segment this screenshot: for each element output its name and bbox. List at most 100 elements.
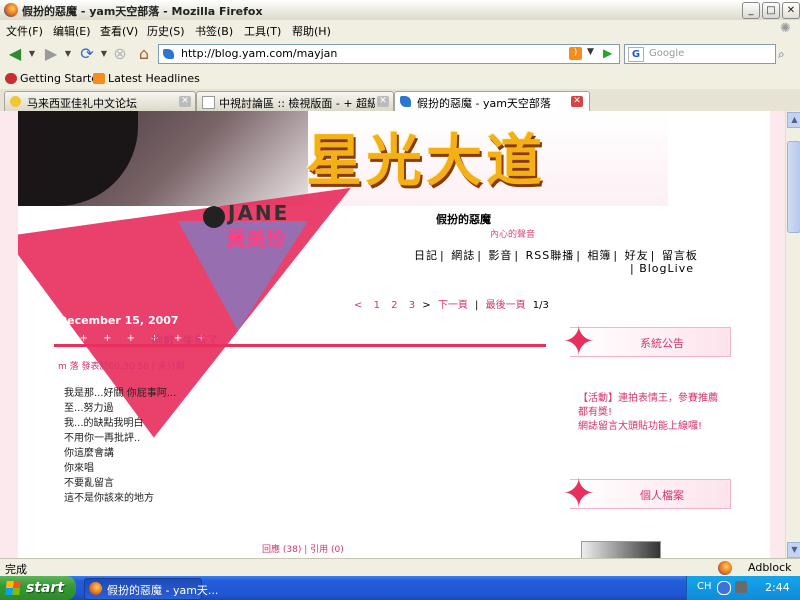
nav-rss[interactable]: RSS聯播 bbox=[526, 249, 575, 262]
tab-yam-blog[interactable]: 假扮的惡魔 - yam天空部落 ✕ bbox=[394, 91, 590, 112]
post-line: 這不是你該來的地方 bbox=[64, 493, 154, 504]
post-line: 至...努力過 bbox=[64, 403, 114, 414]
close-button[interactable]: ✕ bbox=[782, 2, 800, 19]
site-favicon-icon bbox=[163, 49, 174, 59]
menu-help[interactable]: 帮助(H) bbox=[292, 23, 331, 39]
pager-next-page[interactable]: 下一頁 bbox=[438, 300, 468, 311]
status-text: 完成 bbox=[5, 563, 27, 576]
forward-history-chevron-icon[interactable]: ▼ bbox=[63, 44, 73, 64]
tab-favicon-icon bbox=[202, 96, 215, 109]
tab-ctv-forum[interactable]: 中視討論區 :: 檢視版面 - + 超級星... ✕ bbox=[196, 91, 394, 111]
announcement-title: 系統公告 bbox=[640, 337, 684, 350]
blog-title[interactable]: 假扮的惡魔 bbox=[436, 211, 491, 227]
taskbar-firefox-window[interactable]: 假扮的惡魔 - yam天... bbox=[84, 578, 218, 600]
tab-forum-malaysia[interactable]: 马来西亚佳礼中文论坛 ✕ bbox=[4, 91, 196, 111]
navigation-toolbar: ◀ ▼ ▶ ▼ ⟳ ▼ ⊗ ⌂ http://blog.yam.com/mayj… bbox=[0, 39, 800, 70]
profile-header: ✦ 個人檔案 bbox=[562, 474, 731, 514]
tab-close-icon[interactable]: ✕ bbox=[377, 96, 389, 107]
windows-logo-icon bbox=[5, 581, 21, 595]
post-meta[interactable]: m 落 發表於00:30:58 | 未分類 bbox=[58, 359, 185, 372]
search-magnifier-icon[interactable]: ⌕ bbox=[778, 47, 785, 62]
nav-albums[interactable]: 相簿 bbox=[587, 249, 611, 262]
reload-chevron-icon[interactable]: ▼ bbox=[99, 44, 109, 64]
pager-page-1[interactable]: 1 bbox=[374, 300, 380, 311]
post-line: 你來唱 bbox=[64, 463, 94, 474]
start-button[interactable]: start bbox=[0, 576, 76, 600]
announcement-header: ✦ 系統公告 bbox=[562, 322, 731, 362]
reload-icon[interactable]: ⟳ bbox=[77, 44, 97, 64]
nav-diary[interactable]: 日記 bbox=[414, 249, 438, 262]
nav-guestbook[interactable]: 留言板 bbox=[662, 249, 698, 262]
taskbar-item-label: 假扮的惡魔 - yam天... bbox=[107, 584, 219, 597]
search-box[interactable]: G Google bbox=[624, 44, 776, 64]
nav-friends[interactable]: 好友 bbox=[625, 249, 649, 262]
start-label: start bbox=[26, 580, 65, 596]
status-bar: 完成 Adblock bbox=[0, 558, 800, 577]
url-text[interactable]: http://blog.yam.com/mayjan bbox=[181, 47, 337, 60]
back-history-chevron-icon[interactable]: ▼ bbox=[27, 44, 37, 64]
window-title: 假扮的惡魔 - yam天空部落 - Mozilla Firefox bbox=[22, 5, 263, 18]
post-line: 我是那...好關 你屁事阿... bbox=[64, 388, 177, 399]
jane-emblem-icon bbox=[203, 206, 225, 228]
singer-photo bbox=[18, 111, 308, 206]
pager-page-3[interactable]: 3 bbox=[409, 300, 415, 311]
forward-arrow-icon[interactable]: ▶ bbox=[40, 44, 62, 64]
url-dropdown-chevron-icon[interactable]: ▼ bbox=[587, 47, 594, 57]
scroll-up-arrow-icon[interactable]: ▲ bbox=[787, 112, 800, 128]
tab-favicon-icon bbox=[400, 96, 411, 107]
menu-tools[interactable]: 工具(T) bbox=[244, 23, 281, 39]
scroll-thumb[interactable] bbox=[787, 141, 800, 233]
blog-page: 星光大道 JANE 黃美珍 假扮的惡魔 內心的聲音 日記 | 網誌 | 影音 | RS… bbox=[18, 111, 770, 558]
nav-posts[interactable]: 網誌 bbox=[451, 249, 475, 262]
firefox-icon bbox=[4, 3, 18, 17]
pager-page-2[interactable]: 2 bbox=[391, 300, 397, 311]
google-engine-icon[interactable]: G bbox=[628, 47, 644, 62]
menu-view[interactable]: 查看(V) bbox=[100, 23, 138, 39]
maximize-button[interactable]: □ bbox=[762, 2, 780, 19]
menu-file[interactable]: 文件(F) bbox=[6, 23, 43, 39]
menu-bar: 文件(F) 编辑(E) 查看(V) 历史(S) 书签(B) 工具(T) 帮助(H… bbox=[0, 20, 800, 40]
volume-icon[interactable] bbox=[735, 581, 747, 593]
star-decoration-icon: ✦ bbox=[562, 471, 596, 517]
post-line: 我...的缺點我明白 bbox=[64, 418, 144, 429]
url-bar[interactable]: http://blog.yam.com/mayjan ) ▼ ▶ bbox=[158, 44, 620, 64]
language-indicator[interactable]: CH bbox=[697, 581, 712, 592]
pager-next[interactable]: > bbox=[422, 300, 430, 311]
rss-feed-icon[interactable]: ) bbox=[569, 47, 582, 60]
home-icon[interactable]: ⌂ bbox=[134, 44, 154, 64]
tab-strip: 马来西亚佳礼中文论坛 ✕ 中視討論區 :: 檢視版面 - + 超級星... ✕ … bbox=[0, 89, 800, 112]
pager-prev[interactable]: < bbox=[354, 300, 362, 311]
firefox-status-icon[interactable] bbox=[718, 561, 732, 575]
tab-label: 假扮的惡魔 - yam天空部落 bbox=[417, 97, 551, 110]
announcement-link[interactable]: 都有獎! bbox=[578, 403, 612, 418]
bookmark-latest-headlines[interactable]: Latest Headlines bbox=[108, 72, 200, 85]
post-footer-links[interactable]: 回應 (38) | 引用 (0) bbox=[262, 542, 344, 555]
tab-close-icon[interactable]: ✕ bbox=[179, 96, 191, 107]
menu-history[interactable]: 历史(S) bbox=[147, 23, 185, 39]
back-arrow-icon[interactable]: ◀ bbox=[4, 44, 26, 64]
go-arrow-icon[interactable]: ▶ bbox=[603, 47, 612, 60]
getting-started-icon bbox=[5, 73, 17, 84]
page-viewport: 星光大道 JANE 黃美珍 假扮的惡魔 內心的聲音 日記 | 網誌 | 影音 | RS… bbox=[0, 111, 785, 558]
tab-label: 马来西亚佳礼中文论坛 bbox=[27, 97, 137, 110]
scroll-down-arrow-icon[interactable]: ▼ bbox=[787, 542, 800, 558]
adblock-label[interactable]: Adblock bbox=[748, 561, 792, 574]
pager-last-page[interactable]: 最後一頁 bbox=[486, 300, 526, 311]
tab-close-icon[interactable]: ✕ bbox=[571, 96, 583, 107]
announcement-link[interactable]: 【活動】連拍表情王，參賽推薦 bbox=[578, 389, 718, 404]
profile-image[interactable] bbox=[581, 541, 661, 558]
photo-hair-shape bbox=[18, 111, 138, 206]
network-icon[interactable] bbox=[717, 581, 731, 595]
menu-bookmarks[interactable]: 书签(B) bbox=[195, 23, 233, 39]
nav-media[interactable]: 影音 bbox=[488, 249, 512, 262]
menu-edit[interactable]: 编辑(E) bbox=[53, 23, 91, 39]
windows-taskbar: start 假扮的惡魔 - yam天... CH 2:44 bbox=[0, 576, 800, 600]
nav-bloglive[interactable]: BlogLive bbox=[639, 262, 694, 275]
minimize-button[interactable]: _ bbox=[742, 2, 760, 19]
window-titlebar: 假扮的惡魔 - yam天空部落 - Mozilla Firefox _ □ ✕ bbox=[0, 0, 800, 21]
blog-nav-row2: | BlogLive bbox=[630, 262, 694, 275]
vertical-scrollbar[interactable]: ▲ ▼ bbox=[785, 111, 800, 558]
search-placeholder: Google bbox=[649, 48, 685, 59]
announcement-link[interactable]: 網誌留言大頭貼功能上線囉! bbox=[578, 417, 702, 432]
stop-icon[interactable]: ⊗ bbox=[110, 44, 130, 64]
